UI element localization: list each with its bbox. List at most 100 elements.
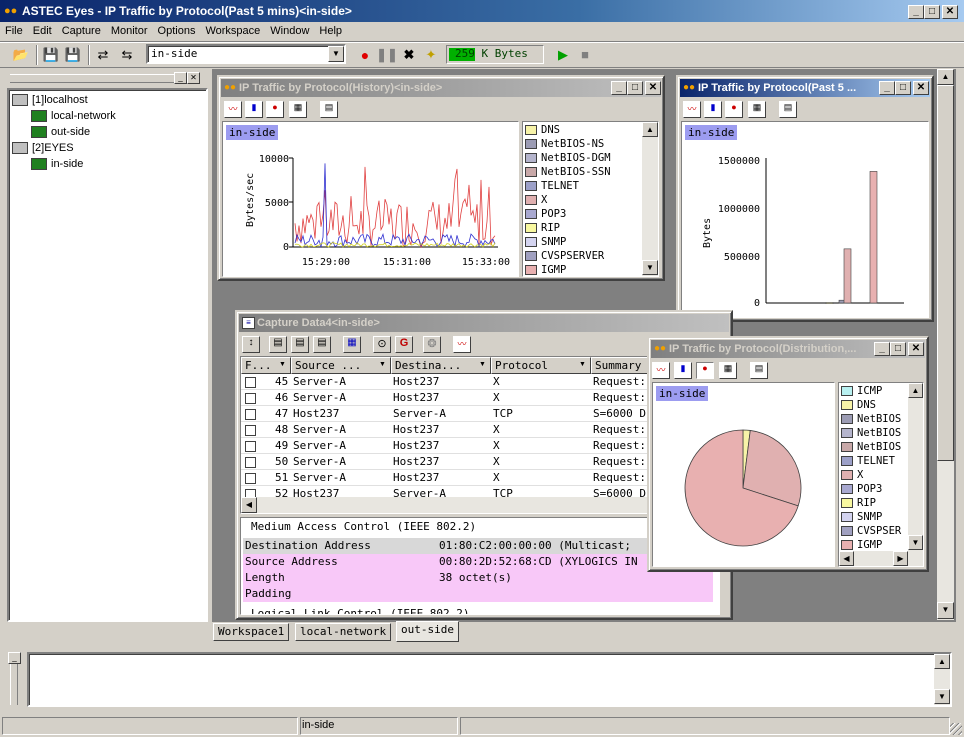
tab-workspace1[interactable]: Workspace1 <box>213 623 290 641</box>
menu-workspace[interactable]: Workspace <box>200 22 265 41</box>
past5-close[interactable]: ✕ <box>913 81 929 95</box>
expand-rows-icon[interactable]: ↕ <box>242 336 260 353</box>
history-minimize[interactable]: _ <box>611 81 627 95</box>
detail-field-destination[interactable]: Destination Address <box>245 539 371 552</box>
legend-item[interactable]: X <box>523 193 641 207</box>
legend-item[interactable]: RIP <box>839 496 909 510</box>
output-pane-scrollbar[interactable]: ▲ ▼ <box>934 654 950 705</box>
detail-field-padding[interactable]: Padding <box>245 587 291 600</box>
line-chart-icon[interactable]: 〰 <box>652 362 670 379</box>
menu-file[interactable]: File <box>0 22 28 41</box>
legend-item[interactable]: NetBIOS-SSN <box>523 165 641 179</box>
menu-edit[interactable]: Edit <box>28 22 57 41</box>
distribution-maximize[interactable]: □ <box>890 342 906 356</box>
detail-field-source[interactable]: Source Address <box>245 555 338 568</box>
circle-down-icon[interactable]: ⊙ <box>373 336 391 353</box>
scroll-down-arrow-icon[interactable]: ▼ <box>908 535 923 550</box>
row-checkbox[interactable] <box>245 409 256 420</box>
interface-select[interactable]: in-side ▼ <box>146 44 346 64</box>
scroll-up-arrow-icon[interactable]: ▲ <box>934 654 950 669</box>
row-checkbox[interactable] <box>245 377 256 388</box>
save-disk-icon[interactable]: 💾 <box>40 44 62 66</box>
menu-options[interactable]: Options <box>153 22 201 41</box>
scroll-left-arrow-icon[interactable]: ◀ <box>241 497 257 513</box>
scroll-down-arrow-icon[interactable]: ▼ <box>937 602 954 619</box>
distribution-close[interactable]: ✕ <box>908 342 924 356</box>
scroll-right-arrow-icon[interactable]: ▶ <box>893 551 908 566</box>
minimize-button[interactable]: _ <box>908 5 924 19</box>
tree-item-localhost[interactable]: [1]localhost <box>12 92 88 108</box>
legend-item[interactable]: SNMP <box>839 510 909 524</box>
table-view-icon[interactable]: ▦ <box>748 101 766 118</box>
output-pane-minimize[interactable]: _ <box>8 652 21 664</box>
legend-item[interactable]: SNMP <box>523 235 641 249</box>
scroll-thumb[interactable] <box>937 85 954 461</box>
past5-maximize[interactable]: □ <box>895 81 911 95</box>
legend-item[interactable]: DNS <box>839 398 909 412</box>
scroll-up-arrow-icon[interactable]: ▲ <box>908 383 923 398</box>
properties-icon[interactable]: ▤ <box>750 362 768 379</box>
legend-item[interactable]: NetBIOS <box>839 440 909 454</box>
pause-icon[interactable]: ❚❚ <box>376 44 398 66</box>
legend-item[interactable]: ICMP <box>839 384 909 398</box>
menu-monitor[interactable]: Monitor <box>106 22 153 41</box>
close-button[interactable]: ✕ <box>942 5 958 19</box>
scroll-up-arrow-icon[interactable]: ▲ <box>642 122 658 137</box>
legend-item[interactable]: TELNET <box>839 454 909 468</box>
play-icon[interactable]: ▶ <box>552 44 574 66</box>
menu-help[interactable]: Help <box>314 22 347 41</box>
g-search-icon[interactable]: G <box>395 336 413 353</box>
open-folder-icon[interactable]: 📂 <box>10 44 32 66</box>
legend-item[interactable]: POP3 <box>839 482 909 496</box>
col-header-source[interactable]: Source ... <box>291 357 391 374</box>
history-close[interactable]: ✕ <box>645 81 661 95</box>
resize-grip-icon[interactable] <box>950 723 962 735</box>
menu-capture[interactable]: Capture <box>57 22 106 41</box>
row-checkbox[interactable] <box>245 473 256 484</box>
record-icon[interactable]: ● <box>354 44 376 66</box>
chevron-down-icon[interactable]: ▼ <box>328 46 344 62</box>
distribution-legend-hscrollbar[interactable]: ◀ ▶ <box>839 551 923 566</box>
split-view-3-icon[interactable]: ▤ <box>313 336 331 353</box>
distribution-legend-scrollbar[interactable]: ▲ ▼ <box>908 383 923 551</box>
pie-chart-icon[interactable]: ● <box>696 362 714 379</box>
new-capture-icon[interactable]: ✦ <box>420 44 442 66</box>
network-connect-icon[interactable]: ⇄ <box>92 44 114 66</box>
tree-item-out-side[interactable]: out-side <box>31 124 90 140</box>
bar-chart-icon[interactable]: ▮ <box>704 101 722 118</box>
detail-field-length[interactable]: Length <box>245 571 285 584</box>
properties-icon[interactable]: ▤ <box>320 101 338 118</box>
scroll-left-arrow-icon[interactable]: ◀ <box>839 551 854 566</box>
legend-item[interactable]: NetBIOS <box>839 426 909 440</box>
tree-item-in-side[interactable]: in-side <box>31 156 83 172</box>
scroll-down-arrow-icon[interactable]: ▼ <box>934 689 950 704</box>
legend-item[interactable]: NetBIOS-DGM <box>523 151 641 165</box>
row-checkbox[interactable] <box>245 393 256 404</box>
line-chart-icon[interactable]: 〰 <box>683 101 701 118</box>
bar-chart-icon[interactable]: ▮ <box>245 101 263 118</box>
tree-pane-minimize[interactable]: _ <box>174 72 187 84</box>
split-view-2-icon[interactable]: ▤ <box>291 336 309 353</box>
row-checkbox[interactable] <box>245 425 256 436</box>
distribution-minimize[interactable]: _ <box>874 342 890 356</box>
legend-item[interactable]: CVSPSERVER <box>523 249 641 263</box>
save-all-icon[interactable]: 💾 <box>62 44 84 66</box>
stop-square-icon[interactable]: ■ <box>574 44 596 66</box>
legend-item[interactable]: POP3 <box>523 207 641 221</box>
legend-item[interactable]: RIP <box>523 221 641 235</box>
line-chart-icon[interactable]: 〰 <box>224 101 242 118</box>
tab-out-side[interactable]: out-side <box>396 621 459 642</box>
bar-chart-icon[interactable]: ▮ <box>674 362 692 379</box>
tree-item-local-network[interactable]: local-network <box>31 108 116 124</box>
legend-item[interactable]: TELNET <box>523 179 641 193</box>
pie-chart-icon[interactable]: ● <box>266 101 284 118</box>
legend-item[interactable]: NetBIOS <box>839 412 909 426</box>
row-checkbox[interactable] <box>245 457 256 468</box>
color-filter-icon[interactable]: ▦ <box>343 336 361 353</box>
legend-item[interactable]: X <box>839 468 909 482</box>
row-checkbox[interactable] <box>245 441 256 452</box>
tree-pane-close[interactable]: ✕ <box>187 72 200 84</box>
col-header-destination[interactable]: Destina... <box>391 357 491 374</box>
split-view-icon[interactable]: ▤ <box>269 336 287 353</box>
stop-x-icon[interactable]: ✖ <box>398 44 420 66</box>
